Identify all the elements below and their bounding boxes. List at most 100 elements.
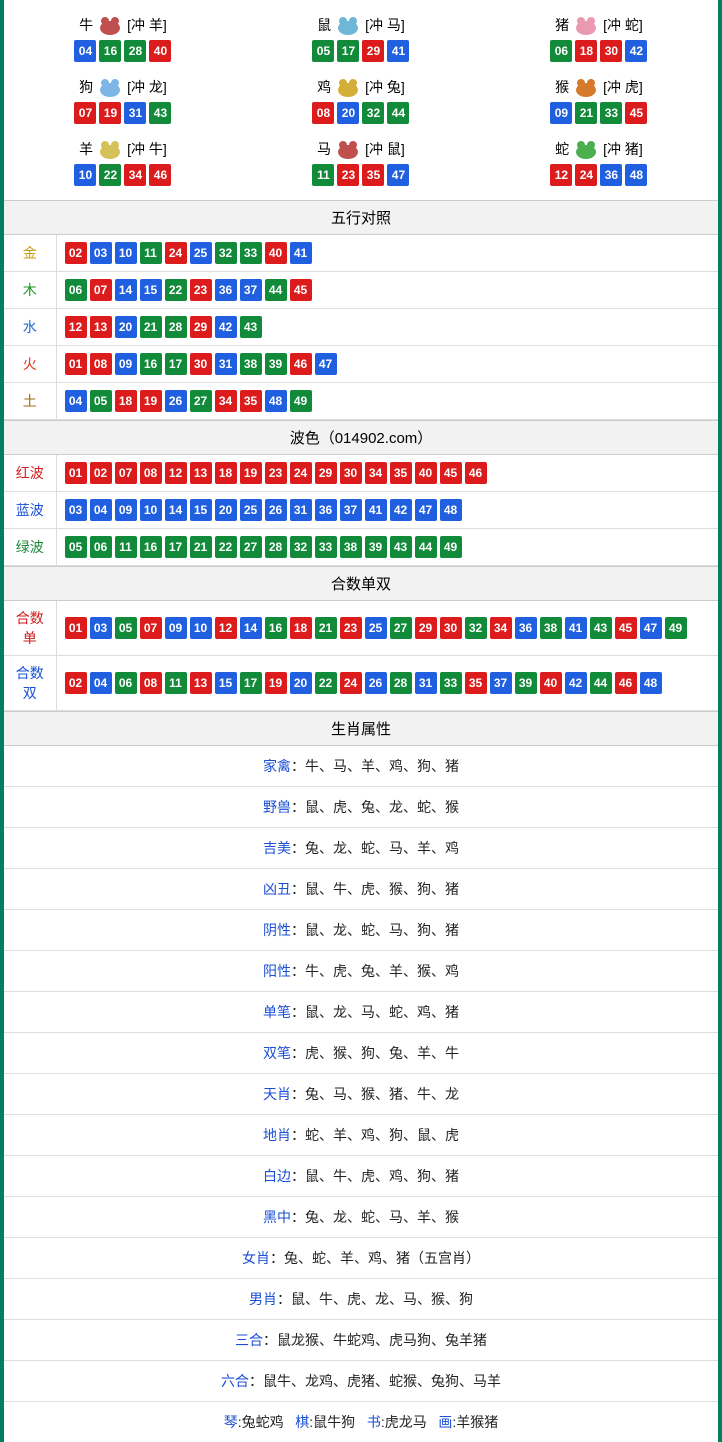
number-line: 05061116172122272832333839434449 — [65, 536, 711, 558]
number-ball: 28 — [390, 672, 412, 694]
number-ball: 39 — [515, 672, 537, 694]
table-row: 金 02031011242532334041 — [4, 235, 718, 272]
table-row: 水 1213202128294243 — [4, 309, 718, 346]
attr-key: 阳性 — [263, 963, 291, 979]
number-ball: 09 — [550, 102, 572, 124]
number-ball: 37 — [340, 499, 362, 521]
number-ball: 02 — [90, 462, 112, 484]
number-ball: 25 — [190, 242, 212, 264]
attr-key: 野兽 — [263, 799, 291, 815]
attr-row: 白边：鼠、牛、虎、鸡、狗、猪 — [4, 1155, 718, 1196]
section-header-attr: 生肖属性 — [4, 711, 718, 746]
number-ball: 30 — [600, 40, 622, 62]
section-header-heshu: 合数单双 — [4, 566, 718, 601]
number-ball: 35 — [362, 164, 384, 186]
attr-row: 双笔：虎、猴、狗、兔、羊、牛 — [4, 1032, 718, 1073]
number-ball: 11 — [312, 164, 334, 186]
attr-row: 男肖：鼠、牛、虎、龙、马、猴、狗 — [4, 1278, 718, 1319]
row-label: 绿波 — [4, 529, 56, 566]
attr-row: 阴性：鼠、龙、蛇、马、狗、猪 — [4, 909, 718, 950]
zodiac-cell: 猴 [冲 虎] 09213345 — [480, 68, 718, 130]
zodiac-conflict: [冲 兔] — [365, 77, 405, 97]
number-ball: 39 — [365, 536, 387, 558]
number-ball: 29 — [415, 617, 437, 639]
attr-key: 男肖 — [249, 1291, 277, 1307]
number-ball: 24 — [340, 672, 362, 694]
number-ball: 28 — [124, 40, 146, 62]
zodiac-icon — [333, 75, 363, 99]
zodiac-conflict: [冲 鼠] — [365, 139, 405, 159]
zodiac-numbers: 07193143 — [4, 102, 242, 124]
number-line: 06071415222336374445 — [65, 279, 711, 301]
number-ball: 14 — [240, 617, 262, 639]
zodiac-numbers: 11233547 — [242, 164, 480, 186]
number-ball: 16 — [140, 536, 162, 558]
number-ball: 29 — [362, 40, 384, 62]
footer-value: :虎龙马 — [381, 1414, 427, 1430]
number-ball: 11 — [140, 242, 162, 264]
number-ball: 33 — [240, 242, 262, 264]
number-ball: 45 — [625, 102, 647, 124]
number-ball: 42 — [215, 316, 237, 338]
number-ball: 31 — [124, 102, 146, 124]
number-ball: 49 — [290, 390, 312, 412]
number-ball: 01 — [65, 617, 87, 639]
number-ball: 32 — [290, 536, 312, 558]
zodiac-cell: 马 [冲 鼠] 11233547 — [242, 130, 480, 192]
zodiac-cell: 猪 [冲 蛇] 06183042 — [480, 6, 718, 68]
number-ball: 19 — [265, 672, 287, 694]
row-label: 火 — [4, 346, 56, 383]
zodiac-icon — [333, 13, 363, 37]
number-ball: 28 — [265, 536, 287, 558]
number-ball: 04 — [74, 40, 96, 62]
number-ball: 23 — [190, 279, 212, 301]
zodiac-icon — [571, 137, 601, 161]
zodiac-numbers: 09213345 — [480, 102, 718, 124]
number-ball: 38 — [240, 353, 262, 375]
number-ball: 32 — [362, 102, 384, 124]
section-header-wuxing: 五行对照 — [4, 200, 718, 235]
table-row: 木 06071415222336374445 — [4, 272, 718, 309]
number-ball: 02 — [65, 672, 87, 694]
number-ball: 48 — [265, 390, 287, 412]
attr-key: 六合 — [221, 1373, 249, 1389]
number-ball: 34 — [365, 462, 387, 484]
number-ball: 34 — [124, 164, 146, 186]
number-ball: 36 — [515, 617, 537, 639]
zodiac-conflict: [冲 羊] — [127, 15, 167, 35]
attr-row: 女肖：兔、蛇、羊、鸡、猪（五宫肖） — [4, 1237, 718, 1278]
number-ball: 41 — [565, 617, 587, 639]
number-ball: 45 — [615, 617, 637, 639]
zodiac-conflict: [冲 马] — [365, 15, 405, 35]
zodiac-cell: 羊 [冲 牛] 10223446 — [4, 130, 242, 192]
number-line: 1213202128294243 — [65, 316, 711, 338]
number-ball: 25 — [240, 499, 262, 521]
number-ball: 48 — [640, 672, 662, 694]
attr-key: 女肖 — [242, 1250, 270, 1266]
zodiac-cell: 蛇 [冲 猪] 12243648 — [480, 130, 718, 192]
number-ball: 08 — [312, 102, 334, 124]
number-ball: 10 — [190, 617, 212, 639]
attr-value: ：鼠、虎、兔、龙、蛇、猴 — [291, 799, 459, 815]
number-ball: 44 — [590, 672, 612, 694]
number-ball: 15 — [215, 672, 237, 694]
zodiac-cell: 鸡 [冲 兔] 08203244 — [242, 68, 480, 130]
number-ball: 16 — [99, 40, 121, 62]
row-label: 金 — [4, 235, 56, 272]
number-ball: 22 — [215, 536, 237, 558]
number-ball: 30 — [440, 617, 462, 639]
number-ball: 40 — [415, 462, 437, 484]
number-ball: 46 — [615, 672, 637, 694]
zodiac-name: 猪 — [555, 15, 569, 35]
number-ball: 06 — [90, 536, 112, 558]
zodiac-name: 蛇 — [555, 139, 569, 159]
attr-key: 吉美 — [263, 840, 291, 856]
zodiac-conflict: [冲 猪] — [603, 139, 643, 159]
number-ball: 24 — [165, 242, 187, 264]
number-ball: 44 — [265, 279, 287, 301]
number-ball: 27 — [240, 536, 262, 558]
number-ball: 37 — [490, 672, 512, 694]
number-ball: 32 — [215, 242, 237, 264]
number-ball: 09 — [115, 499, 137, 521]
table-row: 蓝波 03040910141520252631363741424748 — [4, 492, 718, 529]
